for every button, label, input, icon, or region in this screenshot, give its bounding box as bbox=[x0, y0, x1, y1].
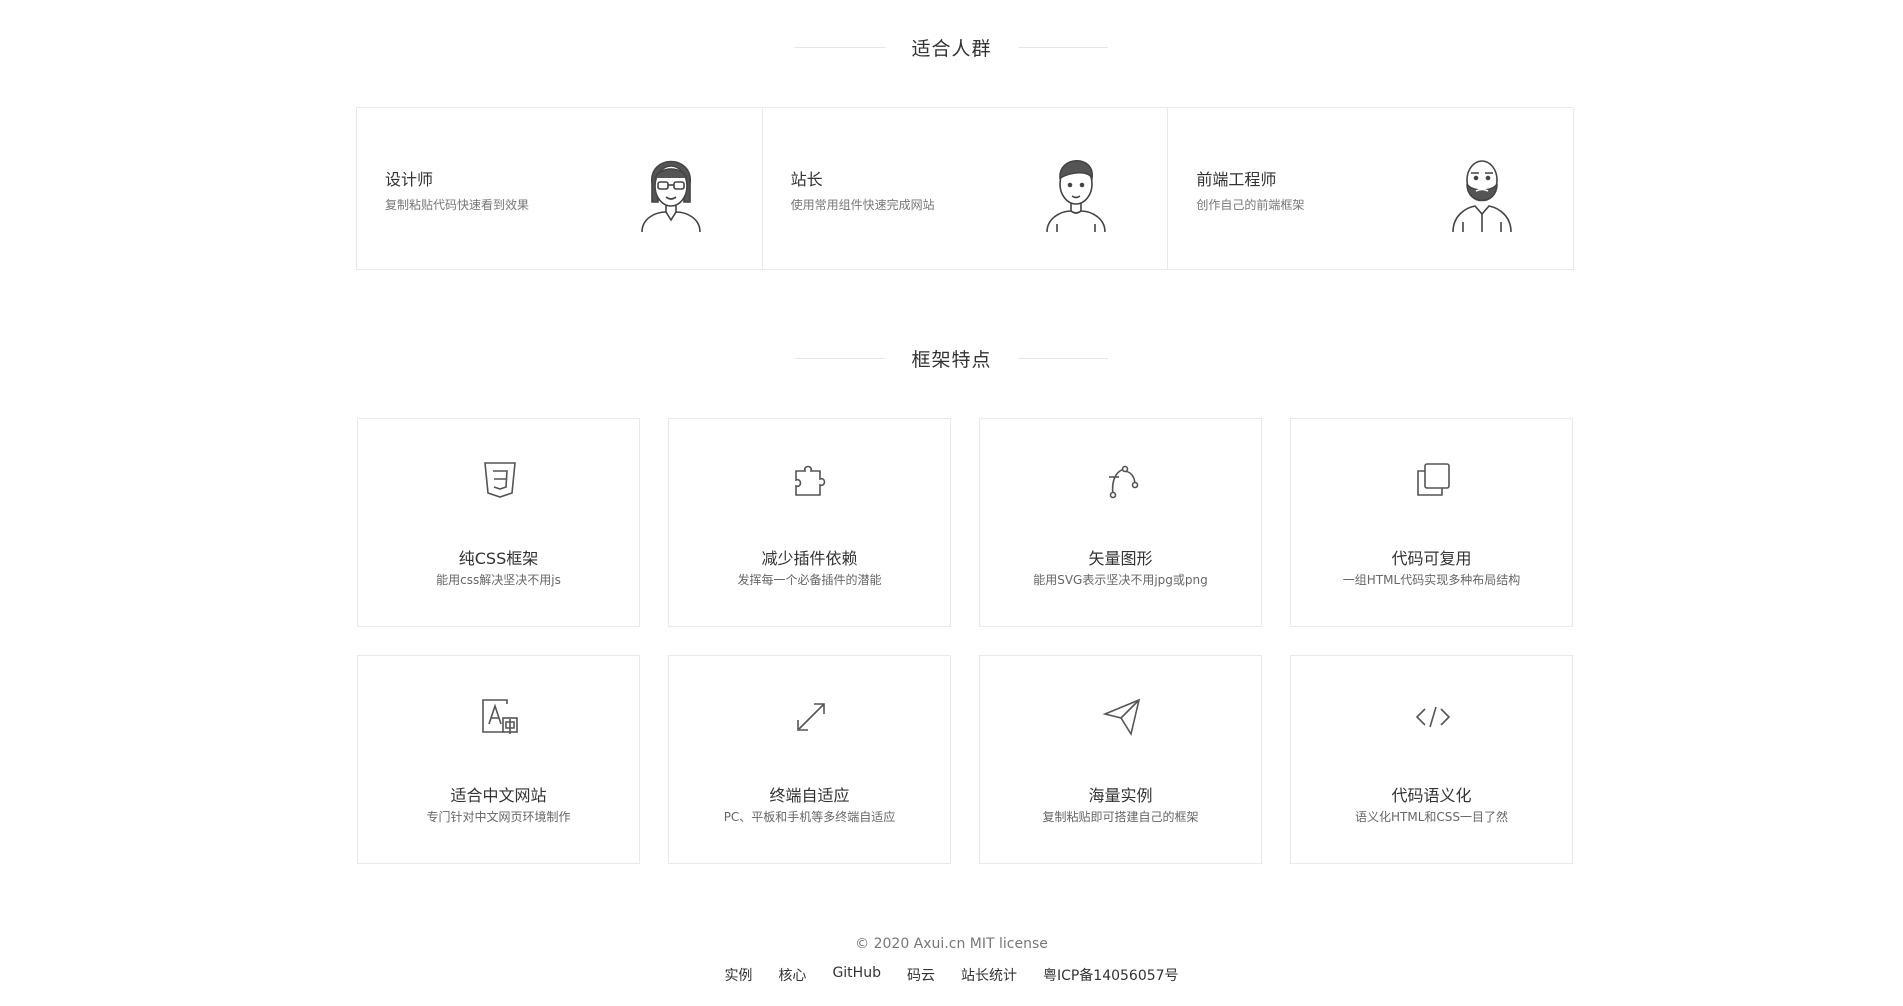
feature-card-fewer-plugins: 减少插件依赖 发挥每一个必备插件的潜能 bbox=[668, 418, 951, 627]
target-users-panel: 设计师 复制粘贴代码快速看到效果 站长 使用常用组件快速完成网站 前端工程师 创… bbox=[356, 107, 1574, 270]
feature-desc: 复制粘贴即可搭建自己的框架 bbox=[1042, 810, 1199, 824]
code-brackets-icon bbox=[1415, 706, 1451, 728]
section-title-users: 适合人群 bbox=[0, 32, 1903, 62]
title-divider-right bbox=[1017, 357, 1108, 359]
feature-desc: 能用SVG表示坚决不用jpg或png bbox=[1033, 573, 1208, 587]
user-desc: 使用常用组件快速完成网站 bbox=[790, 198, 935, 212]
user-title: 前端工程师 bbox=[1196, 170, 1277, 189]
feature-title: 纯CSS框架 bbox=[458, 549, 539, 568]
user-cell-designer: 设计师 复制粘贴代码快速看到效果 bbox=[357, 108, 763, 269]
bearded-man-avatar-icon bbox=[1452, 160, 1512, 233]
feature-title: 海量实例 bbox=[1088, 786, 1153, 805]
feature-title: 减少插件依赖 bbox=[761, 549, 858, 568]
feature-title: 终端自适应 bbox=[769, 786, 850, 805]
feature-card-responsive: 终端自适应 PC、平板和手机等多终端自适应 bbox=[668, 655, 951, 864]
footer-link-examples[interactable]: 实例 bbox=[724, 965, 752, 985]
footer-link-icp[interactable]: 粤ICP备14056057号 bbox=[1043, 965, 1179, 985]
user-cell-frontend: 前端工程师 创作自己的前端框架 bbox=[1168, 108, 1573, 269]
feature-card-pure-css: 纯CSS框架 能用css解决坚决不用js bbox=[357, 418, 640, 627]
feature-desc: PC、平板和手机等多终端自适应 bbox=[723, 810, 896, 824]
footer-link-github[interactable]: GitHub bbox=[832, 965, 881, 985]
css3-shield-icon bbox=[484, 462, 516, 498]
footer-links: 实例 核心 GitHub 码云 站长统计 粤ICP备14056057号 bbox=[0, 965, 1903, 985]
man-avatar-icon bbox=[1046, 159, 1107, 233]
feature-desc: 语义化HTML和CSS一目了然 bbox=[1354, 810, 1508, 824]
footer-copyright: © 2020 Axui.cn MIT license bbox=[855, 936, 1048, 952]
user-title: 站长 bbox=[790, 170, 823, 189]
feature-desc: 能用css解决坚决不用js bbox=[436, 573, 561, 587]
feature-desc: 一组HTML代码实现多种布局结构 bbox=[1342, 573, 1521, 587]
user-title: 设计师 bbox=[385, 170, 434, 189]
woman-glasses-avatar-icon bbox=[640, 160, 701, 233]
title-divider-left bbox=[795, 46, 886, 48]
copy-layers-icon bbox=[1417, 463, 1450, 496]
feature-card-vector-graphics: 矢量图形 能用SVG表示坚决不用jpg或png bbox=[979, 418, 1262, 627]
section-title-text: 框架特点 bbox=[911, 348, 992, 371]
expand-arrows-icon bbox=[797, 703, 825, 731]
feature-title: 适合中文网站 bbox=[450, 786, 547, 805]
footer-link-site-stats[interactable]: 站长统计 bbox=[961, 965, 1017, 985]
feature-title: 矢量图形 bbox=[1088, 549, 1153, 568]
feature-title: 代码语义化 bbox=[1391, 786, 1472, 805]
feature-card-many-examples: 海量实例 复制粘贴即可搭建自己的框架 bbox=[979, 655, 1262, 864]
title-divider-right bbox=[1017, 46, 1108, 48]
puzzle-piece-icon bbox=[795, 465, 826, 496]
feature-card-semantic-code: 代码语义化 语义化HTML和CSS一目了然 bbox=[1290, 655, 1573, 864]
section-title-text: 适合人群 bbox=[911, 37, 992, 60]
user-cell-webmaster: 站长 使用常用组件快速完成网站 bbox=[763, 108, 1169, 269]
translate-icon bbox=[482, 699, 518, 734]
feature-desc: 专门针对中文网页环境制作 bbox=[426, 810, 571, 824]
feature-desc: 发挥每一个必备插件的潜能 bbox=[737, 573, 882, 587]
feature-card-chinese-sites: 适合中文网站 专门针对中文网页环境制作 bbox=[357, 655, 640, 864]
paper-plane-icon bbox=[1102, 698, 1141, 737]
section-title-features: 框架特点 bbox=[0, 343, 1903, 373]
footer-link-core[interactable]: 核心 bbox=[778, 965, 806, 985]
title-divider-left bbox=[795, 357, 886, 359]
user-desc: 复制粘贴代码快速看到效果 bbox=[385, 198, 530, 212]
footer-link-gitee[interactable]: 码云 bbox=[907, 965, 935, 985]
feature-card-reusable-code: 代码可复用 一组HTML代码实现多种布局结构 bbox=[1290, 418, 1573, 627]
bezier-curve-icon bbox=[1109, 465, 1139, 499]
feature-title: 代码可复用 bbox=[1391, 549, 1472, 568]
user-desc: 创作自己的前端框架 bbox=[1196, 198, 1305, 212]
